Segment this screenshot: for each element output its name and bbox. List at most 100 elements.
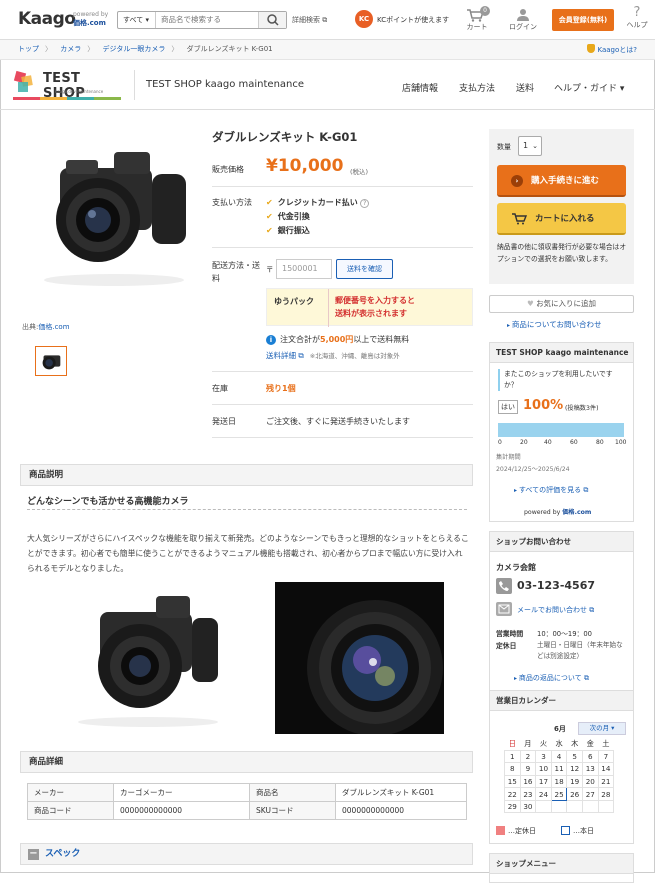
mail-icon xyxy=(496,602,512,616)
nav-help-guide[interactable]: ヘルプ・ガイド ▾ xyxy=(554,81,624,94)
calendar-day: 22 xyxy=(504,787,521,801)
nav-payment[interactable]: 支払方法 xyxy=(459,81,495,94)
divider xyxy=(134,70,135,100)
closed-value: 土曜日・日曜日（年末年始などは別途設定） xyxy=(537,641,623,660)
help-label: ヘルプ xyxy=(626,21,648,29)
chevron-down-icon: ⌄ xyxy=(532,142,538,150)
weekday-header: 土 xyxy=(602,738,610,748)
calendar-day: 2 xyxy=(519,749,537,764)
rating-bar-fill xyxy=(498,423,624,437)
quantity-select[interactable]: 1 ⌄ xyxy=(518,136,542,156)
rating-yes-label: はい xyxy=(498,400,518,414)
heart-icon: ♥ xyxy=(526,299,534,308)
business-calendar: 日 月 火 水 木 金 土 1234567 8 9 10 11 12 13 14 15 16 1… xyxy=(504,738,615,814)
hours-label: 営業時間 xyxy=(496,630,524,638)
calendar-day: 4 xyxy=(550,749,568,764)
carrier-note: 郵便番号を入力すると 送料が表示されます xyxy=(335,296,415,318)
help-icon[interactable]: ? xyxy=(360,199,370,208)
spec-section-toggle[interactable]: − スペック xyxy=(20,843,473,865)
breadcrumb-top[interactable]: トップ xyxy=(18,45,39,53)
shop-logo[interactable]: TEST SHOP kaago.dev maintenance xyxy=(13,68,121,101)
search-button[interactable] xyxy=(258,12,286,28)
cart-icon xyxy=(512,213,527,225)
window-icon: ⧉ xyxy=(298,351,304,360)
breadcrumb-dslr[interactable]: デジタル一眼カメラ xyxy=(102,45,165,53)
company-name: カメラ会館 xyxy=(496,563,536,572)
kaago-about-link[interactable]: Kaagoとは? xyxy=(586,44,637,55)
image-source: 出典:価格.com xyxy=(22,323,70,331)
breadcrumb-separator: 〉 xyxy=(171,45,179,53)
rating-count: (投稿数3件) xyxy=(565,405,599,412)
add-to-cart-button[interactable]: カートに入れる xyxy=(497,203,626,235)
question-icon: ? xyxy=(633,5,641,20)
carrier-box: ゆうパック 郵便番号を入力すると 送料が表示されます xyxy=(266,288,473,327)
calendar-day: 11 xyxy=(550,762,568,776)
calendar-day: 7 xyxy=(597,749,615,764)
kc-points-text[interactable]: KCポイントが使えます xyxy=(377,15,449,25)
payment-label: 支払い方法 xyxy=(212,198,252,207)
add-to-favorites-button[interactable]: ♥ お気に入りに追加 xyxy=(489,295,634,313)
zip-code-input[interactable]: 1500001 xyxy=(276,259,332,279)
check-shipping-button[interactable]: 送料を確認 xyxy=(336,259,393,279)
weekday-header: 火 xyxy=(539,738,548,748)
table-cell: 商品コード xyxy=(27,801,114,820)
search-input[interactable] xyxy=(156,12,258,28)
breadcrumb-camera[interactable]: カメラ xyxy=(60,45,81,53)
shipping-label: 配送方法・送料 xyxy=(212,261,260,283)
register-button[interactable]: 会員登録(無料) xyxy=(552,9,614,31)
table-row: 商品コード 0000000000000 SKUコード 0000000000000 xyxy=(27,801,467,820)
calendar-day: 19 xyxy=(566,774,583,789)
product-price: ¥10,000 xyxy=(266,156,344,176)
next-month-button[interactable]: 次の月 ▾ xyxy=(578,722,626,735)
search-bar: すべて ▾ xyxy=(117,11,287,29)
nav-shop-info[interactable]: 店舗情報 xyxy=(402,81,438,94)
shipping-detail-link[interactable]: 送料詳細 xyxy=(266,351,296,360)
phone-number[interactable]: 03-123-4567 xyxy=(517,579,595,592)
divider xyxy=(212,371,473,372)
search-category-select[interactable]: すべて ▾ xyxy=(118,12,156,28)
shop-name[interactable]: TEST SHOP kaago maintenance xyxy=(146,79,304,90)
table-row: メーカー カーゴメーカー 商品名 ダブルレンズキット K-G01 xyxy=(27,783,467,802)
proceed-to-checkout-button[interactable]: › 購入手続きに進む xyxy=(497,165,626,197)
product-inquiry-link[interactable]: ▸ 商品についてお問い合わせ xyxy=(507,319,601,330)
closed-label: 定休日 xyxy=(496,642,517,650)
contact-panel-title: ショップお問い合わせ xyxy=(490,532,633,552)
divider xyxy=(212,437,473,438)
table-cell: 商品名 xyxy=(249,783,336,802)
shop-rating-panel: TEST SHOP kaago maintenance またこのショップを利用し… xyxy=(489,342,634,522)
check-icon: ✔ xyxy=(266,198,273,207)
carrier-name: ゆうパック xyxy=(274,297,314,306)
check-icon: ✔ xyxy=(266,226,273,235)
calendar-day: 9 xyxy=(519,762,537,776)
cart-button[interactable]: 0 カート xyxy=(463,6,491,32)
login-button[interactable]: ログイン xyxy=(506,6,540,32)
weekday-header: 水 xyxy=(555,738,563,748)
calendar-day xyxy=(581,799,599,814)
kaago-logo[interactable]: Kaago xyxy=(18,9,76,29)
calendar-day: 18 xyxy=(550,774,568,789)
shop-header: TEST SHOP kaago.dev maintenance TEST SHO… xyxy=(0,60,655,110)
window-icon: ⧉ xyxy=(583,486,589,494)
all-reviews-link[interactable]: ▸ すべての評価を見る ⧉ xyxy=(514,485,588,495)
calendar-day: 15 xyxy=(504,774,521,789)
calendar-day: 5 xyxy=(566,749,583,764)
advanced-search-link[interactable]: 詳細検索 ⧉ xyxy=(292,15,327,25)
mail-inquiry-link[interactable]: メールでお問い合わせ ⧉ xyxy=(517,605,594,615)
product-main-image[interactable] xyxy=(22,130,200,310)
payment-method-cod: ✔ 代金引換 xyxy=(266,212,310,221)
help-button[interactable]: ? ヘルプ xyxy=(623,6,651,30)
weekday-header: 金 xyxy=(586,738,594,748)
product-thumbnail[interactable] xyxy=(35,346,67,376)
rating-panel-title[interactable]: TEST SHOP kaago maintenance xyxy=(490,343,633,363)
returns-link[interactable]: ▸ 商品の返品について ⧉ xyxy=(514,673,589,683)
calendar-day: 24 xyxy=(535,787,552,801)
cart-label: カート xyxy=(466,23,488,31)
product-title: ダブルレンズキット K-G01 xyxy=(212,130,358,144)
source-link[interactable]: 価格.com xyxy=(38,323,69,331)
calendar-day xyxy=(566,799,583,814)
shop-logo-sub: kaago.dev maintenance xyxy=(55,89,104,94)
calendar-day: 12 xyxy=(566,762,583,776)
nav-shipping[interactable]: 送料 xyxy=(516,81,534,94)
description-image-lens xyxy=(275,582,444,734)
check-icon: ✔ xyxy=(266,212,273,221)
